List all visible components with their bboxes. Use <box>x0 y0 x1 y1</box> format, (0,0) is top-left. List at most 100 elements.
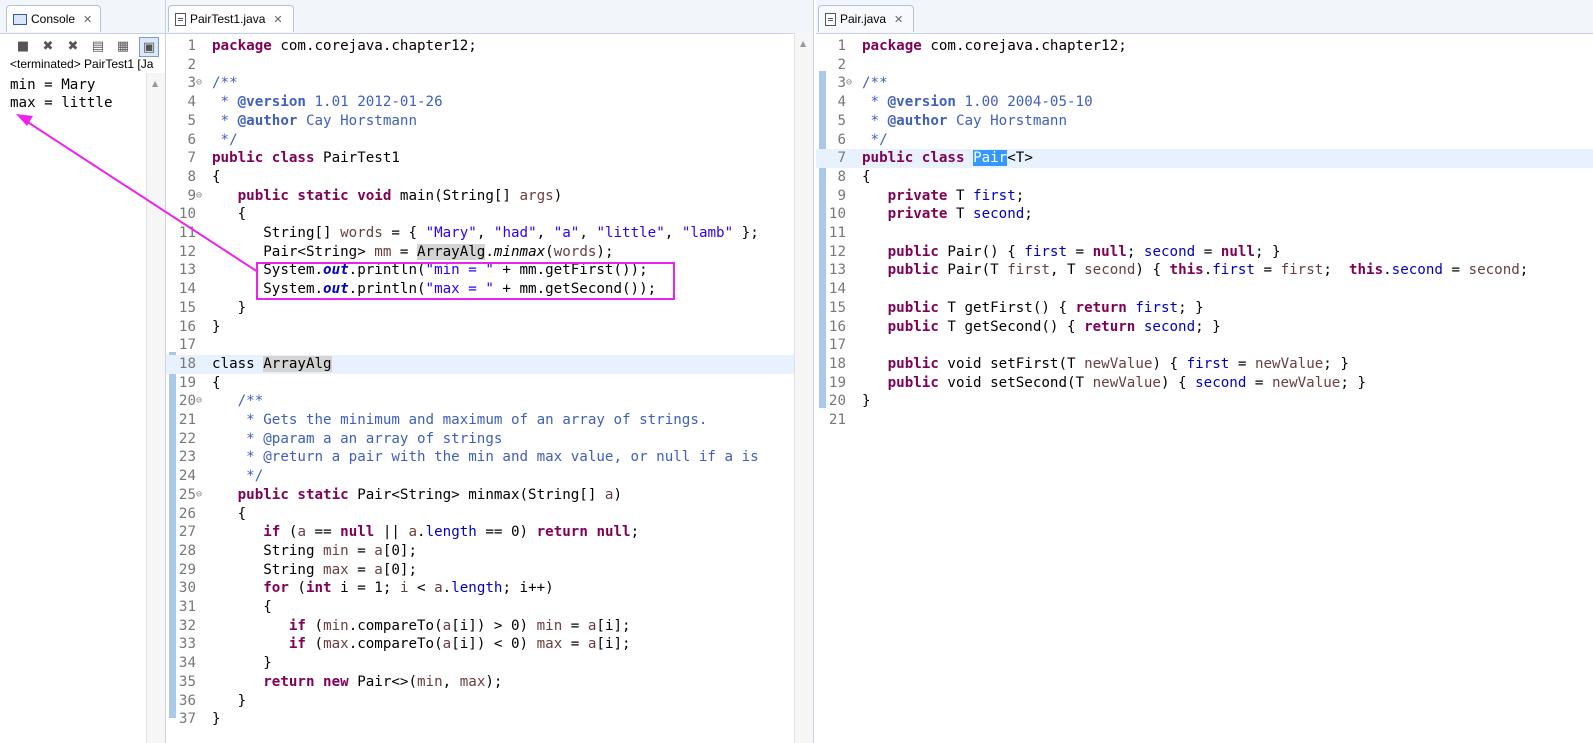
code-token: min <box>417 673 443 690</box>
code-area[interactable]: 1 package com.corejava.chapter12; 2 3 ⊖/** 4 … <box>166 33 813 743</box>
code-token: ( <box>288 580 306 597</box>
code-line: 28 String min = a[0]; <box>166 542 813 561</box>
code-text: String min = a[0]; <box>212 542 417 561</box>
line-number: 31 <box>178 599 196 615</box>
code-line: 37} <box>166 710 813 729</box>
code-line: 3 ⊖ /** <box>816 74 1593 93</box>
line-number: 2 <box>837 56 846 73</box>
pin-icon[interactable]: ▦ <box>114 37 132 55</box>
code-token: = <box>562 617 588 634</box>
code-token: public <box>887 243 939 260</box>
code-line: 20} <box>816 392 1593 411</box>
code-token: ( <box>305 617 324 634</box>
code-token: ; } <box>1340 374 1366 391</box>
code-line: 1 package com.corejava.chapter12; <box>816 37 1593 56</box>
code-token: this <box>1169 262 1204 279</box>
code-line: 29 String max = a[0]; <box>166 561 813 580</box>
code-token: 1.00 2004-05-10 <box>955 94 1093 111</box>
code-token: = <box>348 561 375 578</box>
code-token: newValue <box>1254 355 1324 372</box>
fold-icon[interactable]: ⊖ <box>196 74 202 93</box>
stop-icon[interactable]: ■ <box>14 37 32 55</box>
console-scrollbar[interactable]: ▲ <box>146 73 165 743</box>
code-token: null <box>596 524 631 541</box>
code-token: ; <box>1519 262 1529 279</box>
code-token: public <box>887 355 939 372</box>
code-token: a <box>442 617 452 634</box>
code-token: } <box>237 299 247 316</box>
code-area[interactable]: 1 package com.corejava.chapter12; 2 3 ⊖/** 4 … <box>816 33 1593 743</box>
tab-pair[interactable]: Pair.java ✕ <box>818 5 914 32</box>
code-token: ( <box>545 243 554 260</box>
code-token: { <box>212 374 221 391</box>
code-token: } <box>237 692 247 709</box>
line-number: 3 <box>187 75 196 92</box>
copy-icon[interactable]: ▤ <box>89 37 107 55</box>
code-token: 1.01 2012-01-26 <box>305 94 443 111</box>
code-token: = <box>1246 374 1273 391</box>
code-text: return new Pair<>(min, max); <box>212 673 502 692</box>
line-number: 14 <box>178 281 196 298</box>
code-token: second <box>973 206 1025 223</box>
code-token: , <box>476 225 494 241</box>
line-number: 19 <box>178 374 196 391</box>
code-token: if <box>288 636 306 653</box>
code-text: * @author Cay Horstmann <box>212 112 417 131</box>
code-token: /** <box>212 75 238 92</box>
code-line: 30 for (int i = 1; i < a.length; i++) <box>166 579 813 598</box>
remove-all-icon[interactable]: ✖ <box>64 37 82 55</box>
line-number: 9 <box>187 187 196 204</box>
code-token: ; i++) <box>502 580 554 597</box>
code-line: 20 ⊖ /** <box>166 392 813 411</box>
tab-console[interactable]: Console ✕ <box>6 5 101 32</box>
fold-icon[interactable]: ⊖ <box>196 392 202 411</box>
code-token: first <box>973 187 1016 204</box>
code-token: [i]; <box>596 636 631 653</box>
code-token: com.corejava.chapter12; <box>921 38 1127 54</box>
code-token: ) <box>553 187 563 204</box>
code-token: "lamb" <box>681 225 734 241</box>
line-number: 8 <box>187 168 196 185</box>
editor-left-scrollbar[interactable]: ▲ <box>794 33 813 743</box>
line-number: 20 <box>828 393 846 410</box>
display-console-icon[interactable]: ▣ <box>139 37 159 57</box>
close-icon[interactable]: ✕ <box>83 13 92 26</box>
tab-pairtest1[interactable]: PairTest1.java ✕ <box>168 5 294 32</box>
code-token: ; } <box>1178 299 1204 316</box>
line-number: 1 <box>187 38 196 54</box>
code-token: "a" <box>553 225 580 241</box>
code-text: if (a == null || a.length == 0) return n… <box>212 523 639 542</box>
code-token: max <box>323 636 349 653</box>
fold-icon[interactable]: ⊖ <box>846 74 852 93</box>
fold-icon[interactable]: ⊖ <box>196 187 202 206</box>
code-token: == 0) <box>476 524 537 541</box>
fold-icon[interactable]: ⊖ <box>196 486 202 505</box>
code-line: 6 */ <box>166 131 813 150</box>
close-icon[interactable]: ✕ <box>894 13 903 26</box>
remove-launch-icon[interactable]: ✖ <box>39 37 57 55</box>
code-token: class <box>212 355 264 372</box>
line-number: 35 <box>178 673 196 690</box>
line-number: 37 <box>178 711 196 728</box>
code-token: return <box>263 673 315 690</box>
line-number: 22 <box>178 430 196 447</box>
code-text: } <box>212 318 221 337</box>
close-icon[interactable]: ✕ <box>273 13 282 26</box>
code-line: 31 { <box>166 598 813 617</box>
code-text: * @return a pair with the min and max va… <box>212 448 759 467</box>
code-token: ; <box>1024 206 1033 223</box>
line-number: 7 <box>187 150 196 167</box>
code-token: public <box>237 187 289 204</box>
code-token: } <box>212 318 221 335</box>
line-number: 11 <box>178 225 196 241</box>
code-text: package com.corejava.chapter12; <box>212 37 477 56</box>
console-output-line: max = little <box>10 95 113 111</box>
line-number: 3 <box>837 75 846 92</box>
